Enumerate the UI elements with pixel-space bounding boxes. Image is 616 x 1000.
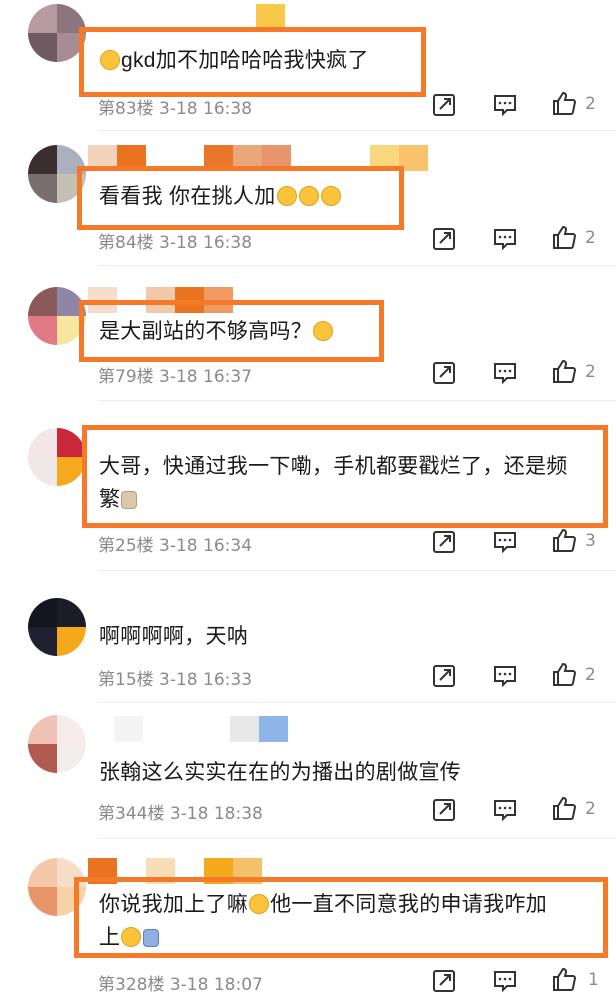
comment-text: 大哥，快通过我一下嘞，手机都要戳烂了，还是频 繁 — [99, 450, 599, 516]
comment-meta: 第328楼 3-18 18:07 — [98, 975, 263, 995]
comment-icon[interactable] — [492, 92, 518, 118]
dog-emoji — [121, 491, 138, 509]
pleading-face-emoji — [298, 186, 319, 206]
thumbs-up-icon[interactable] — [551, 224, 577, 250]
thumbs-up-icon[interactable] — [551, 90, 577, 116]
share-icon[interactable] — [431, 529, 457, 555]
comment-meta: 第79楼 3-18 16:37 — [98, 367, 253, 387]
smirk-emoji — [313, 321, 333, 341]
avatar[interactable] — [28, 428, 86, 486]
share-icon[interactable] — [431, 360, 457, 386]
avatar[interactable] — [28, 4, 86, 62]
comment-icon[interactable] — [492, 226, 518, 252]
divider — [98, 400, 616, 401]
comment-meta: 第25楼 3-18 16:34 — [98, 536, 253, 556]
share-icon[interactable] — [431, 226, 457, 252]
like-count: 2 — [585, 799, 596, 819]
like-count: 2 — [585, 362, 596, 382]
divider — [98, 702, 616, 703]
thumbs-up-icon[interactable] — [551, 795, 577, 821]
comment-text: 是大副站的不够高吗？ — [99, 315, 599, 348]
divider — [98, 838, 616, 839]
crying-emoji — [121, 927, 142, 947]
like-count: 2 — [585, 665, 596, 685]
thumbs-up-icon[interactable] — [551, 661, 577, 687]
avatar[interactable] — [28, 598, 86, 656]
share-icon[interactable] — [431, 663, 457, 689]
divider — [98, 130, 616, 131]
comment-text: 看看我 你在挑人加 — [99, 180, 599, 213]
pleading-face-emoji — [276, 186, 297, 206]
comment-meta: 第84楼 3-18 16:38 — [98, 233, 253, 253]
share-icon[interactable] — [431, 797, 457, 823]
comment-meta: 第344楼 3-18 18:38 — [98, 804, 263, 824]
divider — [98, 265, 616, 266]
comment-meta: 第15楼 3-18 16:33 — [98, 670, 253, 690]
comment-icon[interactable] — [492, 968, 518, 994]
kneeling-person-emoji — [143, 929, 160, 947]
pleading-face-emoji — [320, 186, 341, 206]
comment-text-line: 上 — [99, 921, 599, 954]
like-count: 3 — [585, 531, 596, 551]
comment-text-line: 你说我加上了嘛 他一直不同意我的申请我咋加 — [99, 893, 548, 916]
divider — [98, 570, 616, 571]
share-icon[interactable] — [431, 968, 457, 994]
avatar[interactable] — [28, 287, 86, 345]
like-count: 2 — [585, 94, 596, 114]
thumbs-up-icon[interactable] — [551, 966, 577, 992]
thumbs-up-icon[interactable] — [551, 527, 577, 553]
comment-text-line: 大哥，快通过我一下嘞，手机都要戳烂了，还是频 — [99, 455, 568, 478]
comment-text: 啊啊啊啊，天呐 — [99, 625, 249, 648]
comment-text-line: 繁 — [99, 483, 599, 516]
like-count: 1 — [588, 970, 599, 990]
comment-text: 你说我加上了嘛 他一直不同意我的申请我咋加 上 — [99, 888, 599, 954]
like-count: 2 — [585, 228, 596, 248]
username-blurred[interactable] — [114, 716, 288, 742]
comment-icon[interactable] — [492, 360, 518, 386]
comment-text: gkd加不加哈哈哈我快疯了 — [99, 44, 599, 77]
share-icon[interactable] — [431, 92, 457, 118]
crying-emoji — [249, 894, 270, 914]
comment-meta: 第83楼 3-18 16:38 — [98, 99, 253, 119]
avatar[interactable] — [28, 715, 86, 773]
comment-icon[interactable] — [492, 529, 518, 555]
laughing-crying-emoji — [100, 50, 120, 70]
comment-icon[interactable] — [492, 797, 518, 823]
thumbs-up-icon[interactable] — [551, 358, 577, 384]
comment-icon[interactable] — [492, 663, 518, 689]
comment-text: 张翰这么实实在在的为播出的剧做宣传 — [99, 761, 462, 784]
